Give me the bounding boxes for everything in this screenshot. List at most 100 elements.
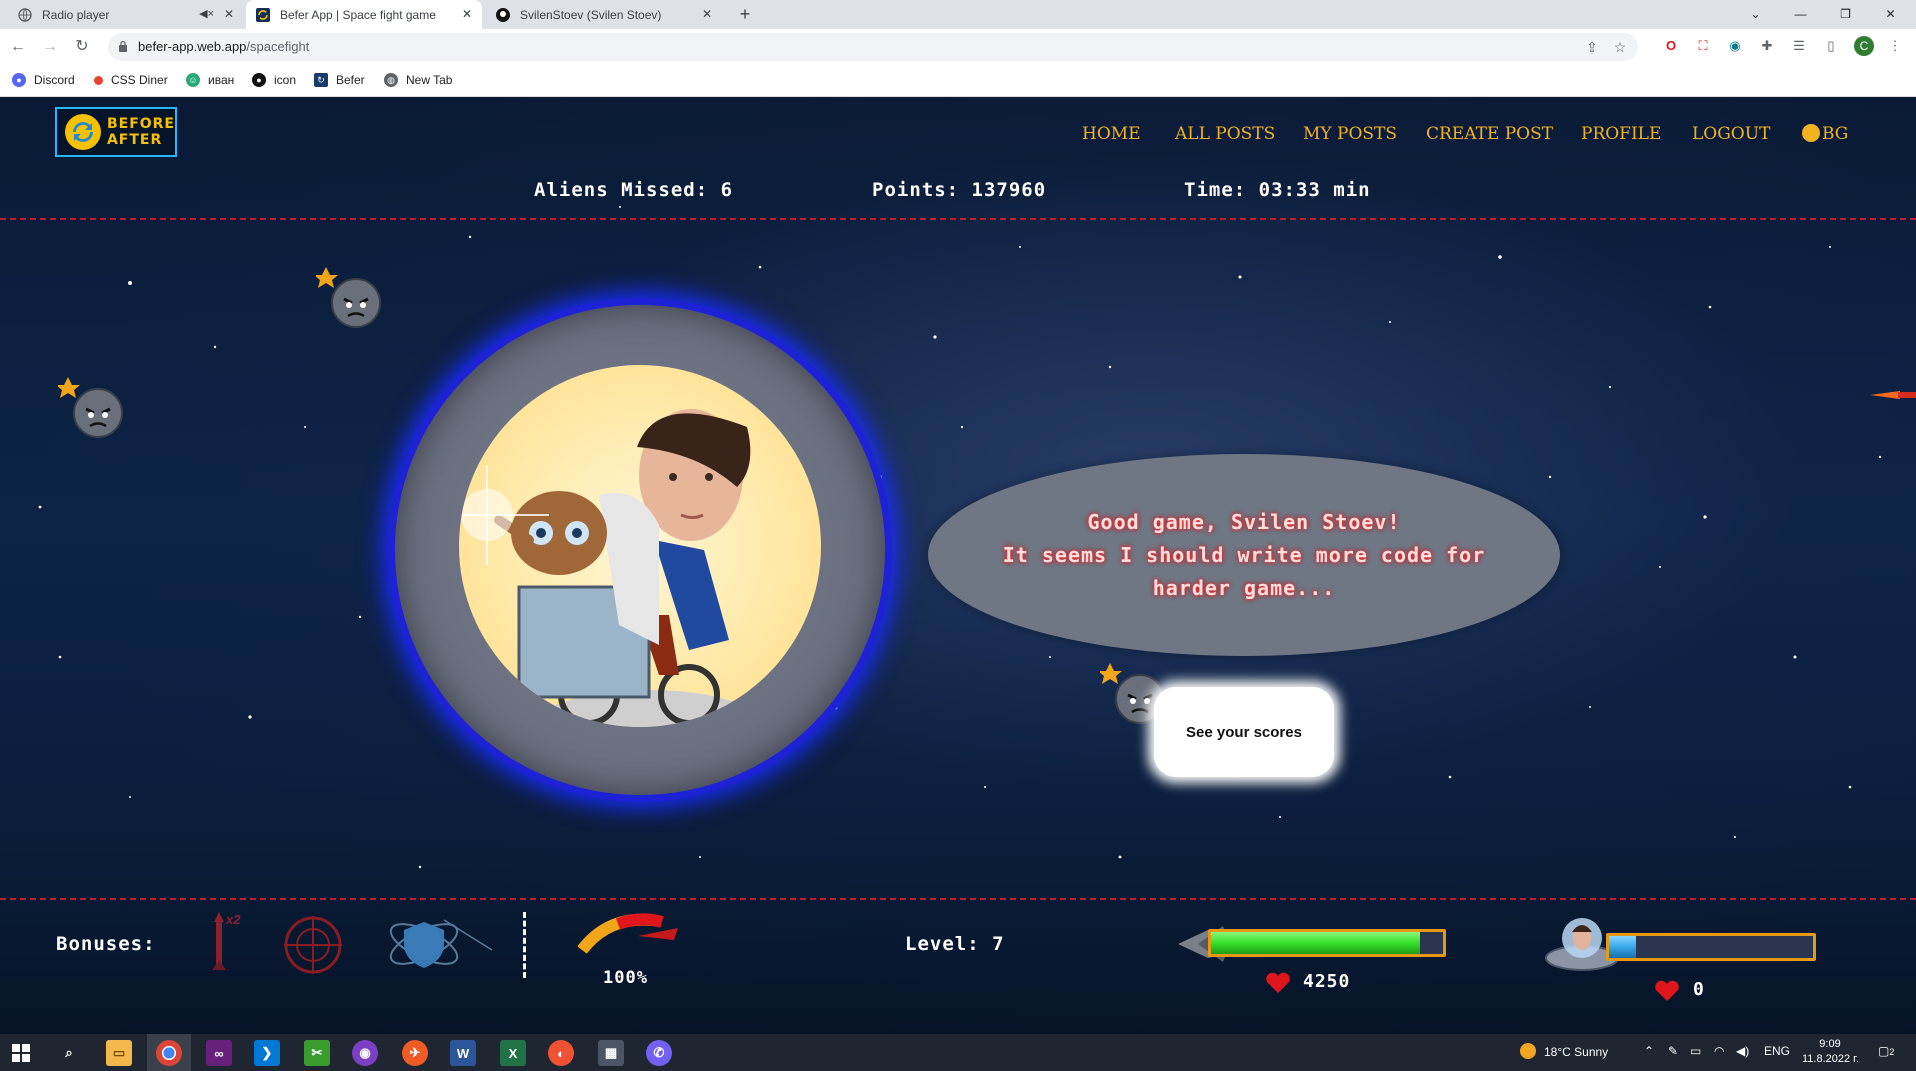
visual-studio-icon[interactable]: ∞ xyxy=(206,1040,232,1066)
calculator-icon[interactable]: ▦ xyxy=(598,1040,624,1066)
back-icon[interactable]: ← xyxy=(6,35,30,59)
tab-title: Befer App | Space fight game xyxy=(280,7,436,22)
battery-icon[interactable]: ▭ xyxy=(1690,1044,1701,1058)
opera-extension-icon[interactable]: O xyxy=(1662,37,1680,55)
url-path: /spacefight xyxy=(246,39,310,54)
chrome-icon[interactable] xyxy=(156,1040,182,1066)
bookmark-befer[interactable]: ↻ Befer xyxy=(314,73,365,87)
shield-atom-bonus-icon xyxy=(389,919,493,968)
see-scores-button[interactable]: See your scores xyxy=(1154,687,1334,777)
bookmarks-bar: ● Discord CSS Diner ☺ иван ● icon ↻ Befe… xyxy=(0,65,1916,97)
bookmark-icon[interactable]: ● icon xyxy=(252,73,296,87)
windows-icon[interactable] xyxy=(8,1040,34,1066)
word-icon[interactable]: W xyxy=(450,1040,476,1066)
share-icon[interactable]: ⇪ xyxy=(1584,39,1600,55)
minimize-icon[interactable]: — xyxy=(1778,0,1823,29)
postman-icon[interactable]: ✈ xyxy=(402,1040,428,1066)
et-bike-avatar-illustration xyxy=(459,409,769,727)
close-tab-icon[interactable]: ✕ xyxy=(460,7,474,21)
weather-widget[interactable]: 18°C Sunny xyxy=(1520,1043,1608,1059)
notification-center-icon: ▢ xyxy=(1878,1044,1890,1058)
logo-arrows-icon xyxy=(64,114,101,150)
bookmark-label: New Tab xyxy=(406,73,453,87)
logo-text: BEFORE AFTER xyxy=(107,116,175,148)
nav-logout[interactable]: LOGOUT xyxy=(1692,124,1770,144)
bookmark-label: icon xyxy=(274,73,297,87)
git-icon[interactable]: ◐ xyxy=(548,1040,574,1066)
nav-all-posts[interactable]: ALL POSTS xyxy=(1175,124,1275,144)
befer-icon xyxy=(256,7,270,22)
nav-language[interactable]: BG xyxy=(1802,124,1848,144)
bookmark-ivan[interactable]: ☺ иван xyxy=(186,73,234,87)
address-bar[interactable]: befer-app.web.app/spacefight ⇪ ☆ xyxy=(108,33,1638,61)
boss-health-bar xyxy=(1606,933,1816,961)
snip-icon[interactable]: ✂ xyxy=(304,1040,330,1066)
github-icon: ● xyxy=(252,73,266,87)
boss-health-value: 0 xyxy=(1693,979,1705,1000)
bookmark-label: CSS Diner xyxy=(111,73,168,87)
alien-bomb-sprite xyxy=(58,377,123,438)
close-tab-icon[interactable]: ✕ xyxy=(222,7,236,21)
puzzle-icon[interactable]: ✚ xyxy=(1758,37,1776,55)
speed-percent: 100% xyxy=(603,968,648,988)
vscode-icon[interactable]: ❯ xyxy=(254,1040,280,1066)
bonus-separator xyxy=(523,912,526,978)
browser-toolbar: ← → ↻ befer-app.web.app/spacefight ⇪ ☆ O… xyxy=(0,29,1916,65)
bookmark-discord[interactable]: ● Discord xyxy=(12,73,75,87)
bookmark-star-icon[interactable]: ☆ xyxy=(1612,39,1628,55)
tab-title: SvilenStoev (Svilen Stoev) xyxy=(520,7,662,22)
tab-radio-player[interactable]: Radio player ◀× ✕ xyxy=(8,0,244,29)
bookmark-new-tab[interactable]: ◍ New Tab xyxy=(384,73,452,87)
nav-create-post[interactable]: CREATE POST xyxy=(1426,124,1553,144)
reload-icon[interactable]: ↻ xyxy=(70,35,94,59)
enemy-missile-sprite xyxy=(1870,391,1916,399)
nav-profile[interactable]: PROFILE xyxy=(1581,124,1661,144)
screenshot-extension-icon[interactable]: ⛶ xyxy=(1694,37,1712,55)
sun-icon xyxy=(1520,1043,1536,1059)
profile-avatar[interactable]: C xyxy=(1854,36,1874,56)
file-explorer-icon[interactable]: ▭ xyxy=(106,1040,132,1066)
bookmark-css-diner[interactable]: CSS Diner xyxy=(94,73,168,87)
bookmark-label: Befer xyxy=(336,73,365,87)
bonuses-label: Bonuses: xyxy=(56,933,156,955)
speaker-muted-icon[interactable]: ◀× xyxy=(199,7,214,20)
menu-kebab-icon[interactable]: ⋮ xyxy=(1886,37,1904,55)
github-desktop-icon[interactable]: ◉ xyxy=(352,1040,378,1066)
boss-health-fill xyxy=(1609,936,1636,958)
side-panel-icon[interactable]: ▯ xyxy=(1822,37,1840,55)
tray-overflow-icon[interactable]: ⌃ xyxy=(1644,1044,1654,1058)
notifications-icon[interactable]: ▢2 xyxy=(1878,1044,1894,1058)
heart-icon xyxy=(1655,980,1679,1001)
close-tab-icon[interactable]: ✕ xyxy=(700,7,714,21)
ivan-icon: ☺ xyxy=(186,73,200,87)
search-icon[interactable]: ⌕ xyxy=(56,1040,82,1066)
close-window-icon[interactable]: ✕ xyxy=(1868,0,1913,29)
double-rocket-bonus: x2 xyxy=(204,912,244,976)
forward-icon[interactable]: → xyxy=(38,35,62,59)
tab-title: Radio player xyxy=(42,7,110,22)
moon-disc xyxy=(459,365,821,727)
restore-icon[interactable]: ❐ xyxy=(1823,0,1868,29)
message-line-3: harder game... xyxy=(1152,576,1336,600)
globe-icon xyxy=(1802,124,1820,142)
game-over-portal xyxy=(388,298,892,802)
befer-logo[interactable]: BEFORE AFTER xyxy=(55,107,177,157)
lock-icon[interactable] xyxy=(118,40,128,52)
clock[interactable]: 9:09 11.8.2022 г. xyxy=(1802,1037,1859,1067)
clock-time: 9:09 xyxy=(1819,1038,1841,1050)
new-tab-button[interactable]: + xyxy=(734,3,756,25)
tab-search-icon[interactable]: ⌄ xyxy=(1733,0,1778,29)
media-control-icon[interactable]: ☰ xyxy=(1790,37,1808,55)
nav-home[interactable]: HOME xyxy=(1082,124,1141,144)
pen-icon[interactable]: ✎ xyxy=(1668,1044,1678,1058)
viber-icon[interactable]: ✆ xyxy=(646,1040,672,1066)
tab-befer-app[interactable]: Befer App | Space fight game ✕ xyxy=(246,0,482,29)
language-indicator[interactable]: ENG xyxy=(1764,1044,1790,1058)
volume-icon[interactable]: ◀) xyxy=(1736,1044,1749,1058)
excel-icon[interactable]: X xyxy=(500,1040,526,1066)
extension-icon[interactable]: ◉ xyxy=(1726,37,1744,55)
tab-github-profile[interactable]: SvilenStoev (Svilen Stoev) ✕ xyxy=(486,0,722,29)
url-text: befer-app.web.app/spacefight xyxy=(138,39,309,54)
wifi-icon[interactable]: ◠ xyxy=(1714,1044,1724,1058)
nav-my-posts[interactable]: MY POSTS xyxy=(1303,124,1397,144)
